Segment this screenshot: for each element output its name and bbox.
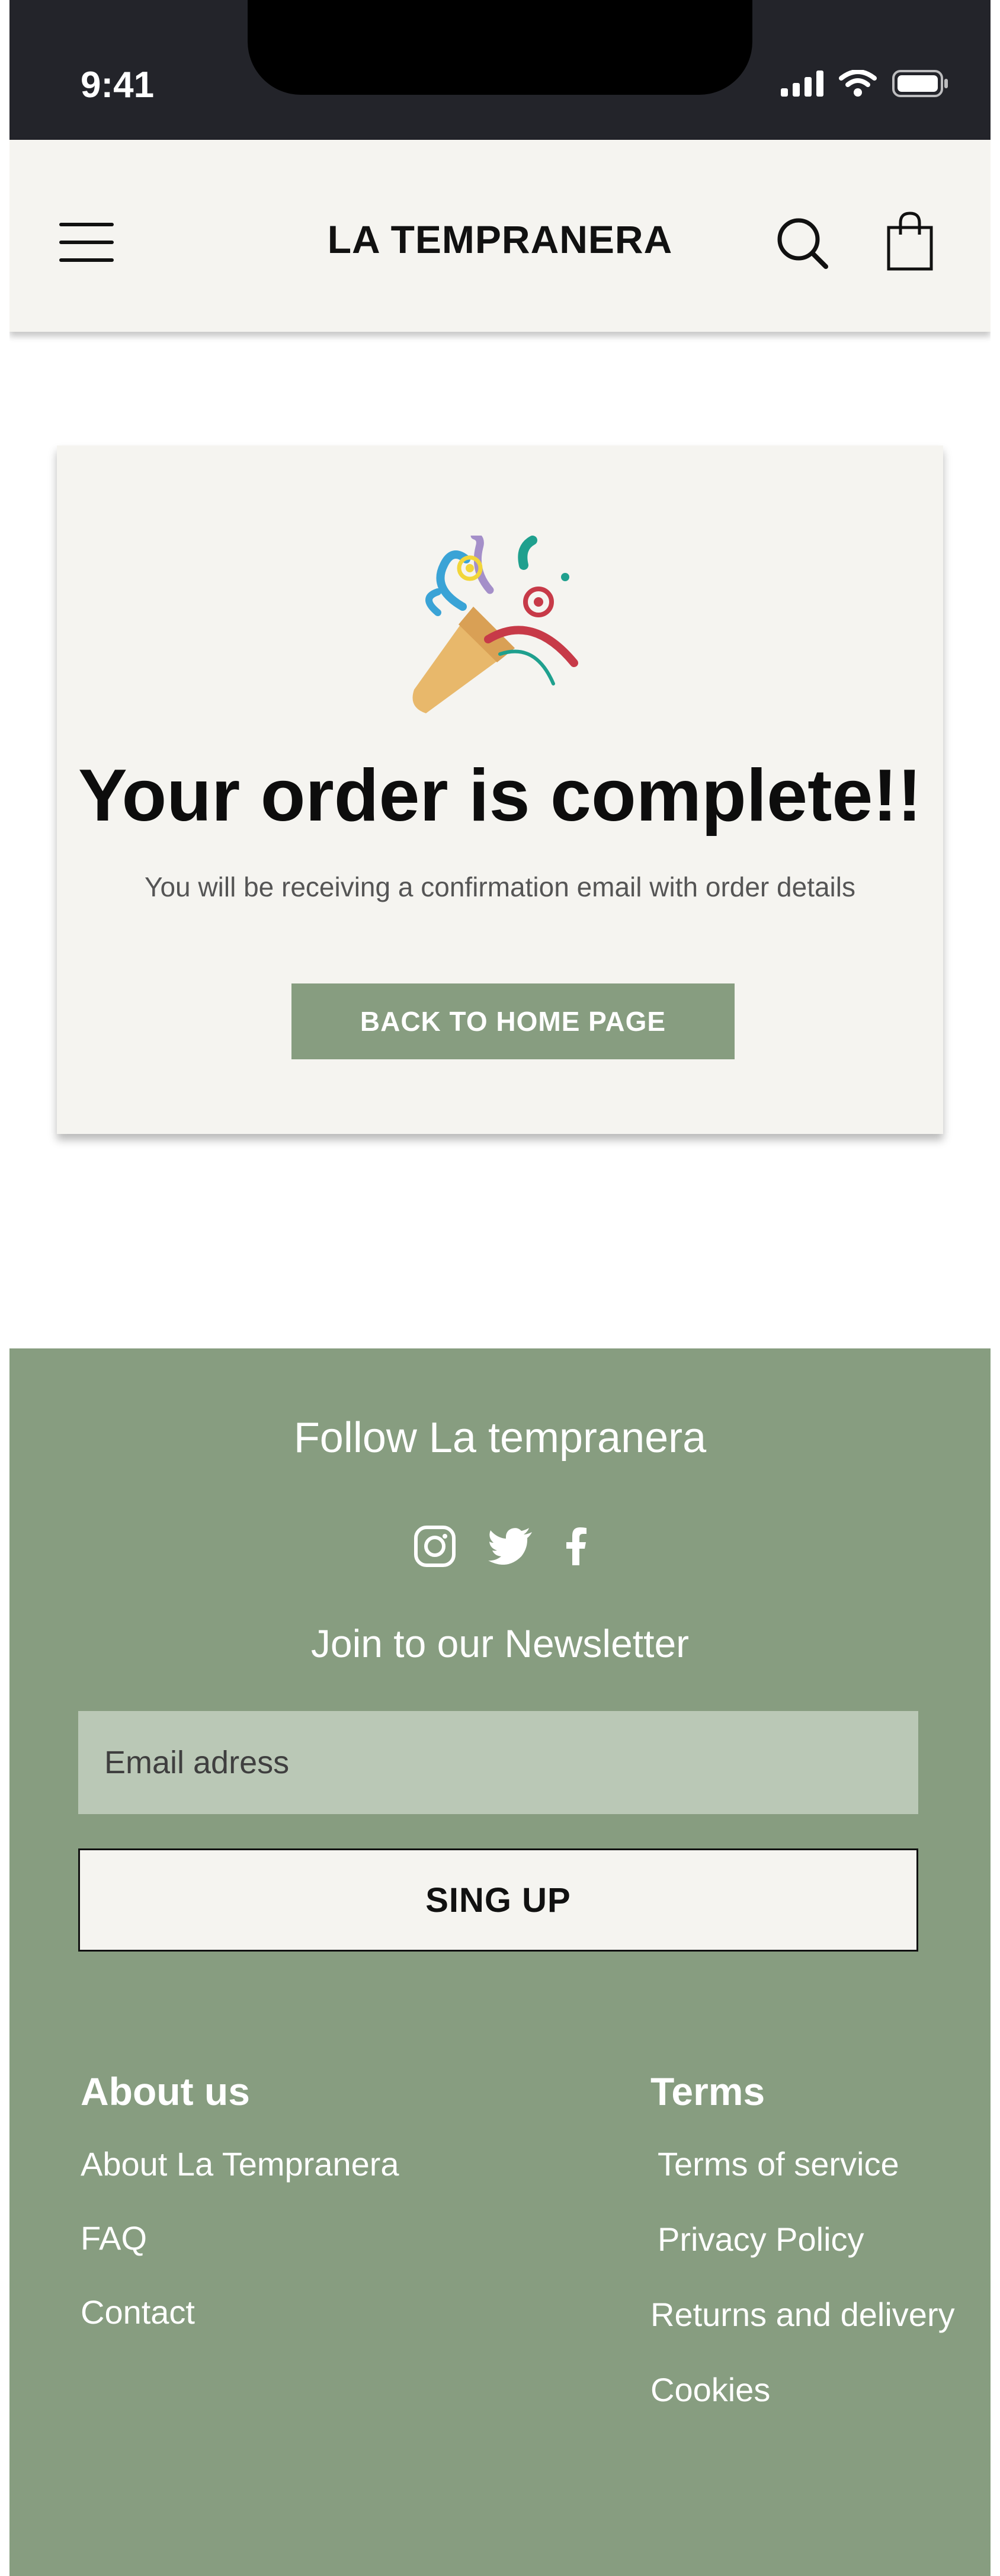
- status-icons: [781, 70, 949, 97]
- app-screen: 9:41 LA TEMPRANERA Your order is complet…: [9, 0, 991, 2576]
- order-complete-title: Your order is complete!!: [78, 755, 922, 837]
- about-link-faq[interactable]: FAQ: [81, 2219, 399, 2257]
- terms-link-privacy-policy[interactable]: Privacy Policy: [650, 2220, 955, 2258]
- brand-logo[interactable]: LA TEMPRANERA: [9, 217, 991, 262]
- instagram-icon[interactable]: [414, 1525, 456, 1568]
- top-nav: LA TEMPRANERA: [9, 140, 991, 332]
- signup-button[interactable]: SING UP: [78, 1848, 918, 1952]
- terms-heading: Terms: [650, 2069, 765, 2113]
- order-complete-card: Your order is complete!! You will be rec…: [57, 446, 943, 1134]
- about-us-heading: About us: [81, 2069, 250, 2113]
- terms-link-returns-and-delivery[interactable]: Returns and delivery: [650, 2295, 955, 2334]
- signal-icon: [781, 71, 823, 97]
- newsletter-title: Join to our Newsletter: [310, 1622, 690, 1665]
- terms-column: Terms Terms of service Privacy Policy Re…: [650, 2069, 955, 2446]
- battery-icon: [892, 70, 948, 97]
- social-links: [9, 1525, 991, 1568]
- search-icon[interactable]: [774, 214, 831, 271]
- about-link-about-la-tempranera[interactable]: About La Tempranera: [81, 2145, 399, 2183]
- about-link-contact[interactable]: Contact: [81, 2293, 399, 2331]
- terms-link-terms-of-service[interactable]: Terms of service: [650, 2145, 955, 2183]
- wifi-icon: [839, 70, 877, 97]
- follow-title: Follow La tempranera: [293, 1414, 707, 1462]
- site-footer: Follow La tempranera Join to our Newslet…: [9, 1348, 991, 2576]
- status-time: 9:41: [81, 65, 155, 105]
- twitter-icon[interactable]: [488, 1528, 533, 1565]
- status-bar: 9:41: [9, 0, 991, 140]
- terms-link-cookies[interactable]: Cookies: [650, 2370, 955, 2409]
- facebook-icon[interactable]: [565, 1527, 586, 1565]
- about-us-column: About us About La Tempranera FAQ Contact: [81, 2069, 399, 2367]
- back-to-home-button[interactable]: BACK TO HOME PAGE: [291, 983, 735, 1059]
- newsletter-email-input[interactable]: [78, 1711, 918, 1814]
- order-complete-subtitle: You will be receiving a confirmation ema…: [145, 872, 855, 902]
- device-notch: [248, 0, 752, 95]
- shopping-bag-icon[interactable]: [885, 210, 935, 271]
- party-popper-icon: [412, 536, 578, 713]
